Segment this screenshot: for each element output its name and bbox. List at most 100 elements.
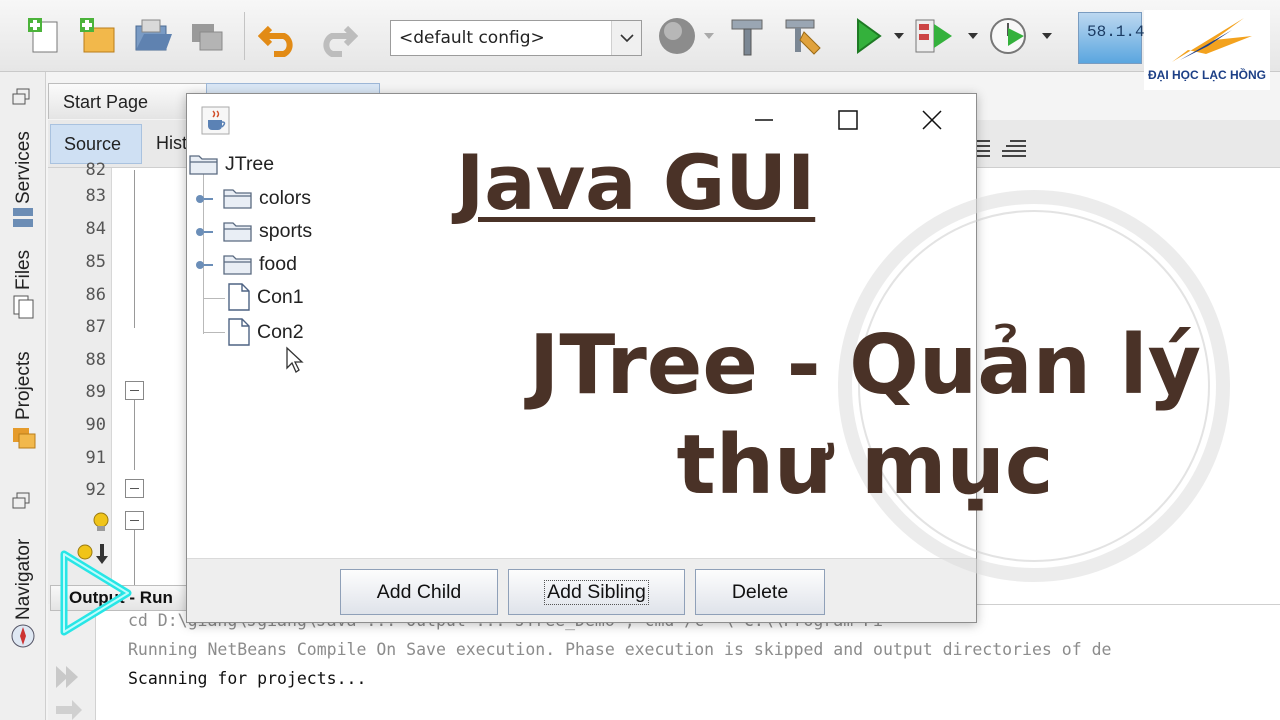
restore-window-icon-2[interactable] (11, 492, 33, 514)
line-number: 85 (85, 252, 106, 272)
delete-button[interactable]: Delete (695, 569, 825, 615)
memory-indicator[interactable]: 58.1.4 (1078, 12, 1145, 64)
build-hammer-icon[interactable] (726, 14, 770, 58)
tree-node-food[interactable]: food (223, 250, 297, 278)
expand-handle-icon[interactable] (195, 226, 213, 236)
add-child-label: Add Child (376, 580, 462, 603)
rerun-icon[interactable] (54, 664, 82, 690)
expand-handle-icon[interactable] (195, 259, 213, 269)
tree-node-colors[interactable]: colors (223, 184, 311, 212)
add-sibling-label: Add Sibling (544, 579, 649, 605)
output-line: Running NetBeans Compile On Save executi… (128, 640, 1112, 659)
fold-toggle[interactable] (125, 511, 144, 530)
line-number: 84 (85, 219, 106, 239)
tree-node-label: JTree (225, 152, 275, 175)
delete-label: Delete (731, 580, 789, 603)
tree-node-label: food (259, 252, 297, 275)
debug-icon[interactable] (912, 14, 956, 58)
tab-history[interactable]: Hist (156, 133, 187, 154)
lightbulb-hint-icon[interactable] (90, 510, 114, 534)
button-panel: Add Child Add Sibling Delete (187, 558, 976, 622)
tree-guide-line (203, 332, 225, 333)
tab-source[interactable]: Source (50, 124, 142, 164)
profile-dropdown-icon[interactable] (1042, 33, 1052, 39)
main-toolbar: <default config> 58.1.4 ĐẠI HỌC LẠC HỒNG (0, 0, 1280, 90)
globe-dropdown-icon[interactable] (704, 33, 714, 39)
minimize-button[interactable] (741, 104, 787, 136)
step-icon[interactable] (54, 700, 82, 720)
line-number: 92 (85, 480, 106, 500)
overlay-subtitle-line1: JTree - Quản lý (528, 318, 1202, 413)
chevron-down-icon[interactable] (611, 21, 641, 55)
line-number: 86 (85, 285, 106, 305)
tree-node-con1[interactable]: Con1 (227, 283, 304, 311)
uncomment-icon[interactable] (1000, 138, 1028, 158)
clean-build-icon[interactable] (780, 14, 824, 58)
run-dropdown-icon[interactable] (894, 33, 904, 39)
projects-tab[interactable]: Projects (13, 351, 35, 420)
folder-icon (223, 255, 252, 275)
mouse-pointer-icon (286, 346, 304, 373)
new-file-icon[interactable] (24, 14, 68, 58)
fold-guide (134, 400, 135, 470)
add-sibling-button[interactable]: Add Sibling (508, 569, 685, 615)
config-select[interactable]: <default config> (390, 20, 642, 56)
files-tab[interactable]: Files (13, 250, 35, 290)
expand-handle-icon[interactable] (195, 193, 213, 203)
overlay-title: Java GUI (456, 138, 816, 227)
config-select-value: <default config> (399, 28, 545, 48)
folder-icon (223, 222, 252, 242)
folder-open-icon (189, 155, 218, 175)
maximize-button[interactable] (825, 104, 871, 136)
file-icon (228, 318, 250, 346)
overlay-subtitle-line2: thư mục (676, 418, 1054, 513)
line-number: 87 (85, 317, 106, 337)
services-tab[interactable]: Services (13, 131, 35, 204)
projects-icon (11, 424, 39, 456)
run-icon[interactable] (846, 14, 890, 58)
tree-node-sports[interactable]: sports (223, 217, 312, 245)
open-project-icon[interactable] (132, 14, 176, 58)
undo-icon[interactable] (257, 14, 302, 58)
memory-value: 58.1.4 (1087, 23, 1145, 41)
new-project-icon[interactable] (76, 14, 120, 58)
line-number: 83 (85, 186, 106, 206)
fold-toggle[interactable] (125, 479, 144, 498)
debug-dropdown-icon[interactable] (968, 33, 978, 39)
tree-node-root[interactable]: JTree (189, 150, 274, 178)
navigator-compass-icon (11, 624, 37, 654)
fold-guide (134, 170, 135, 328)
close-project-icon[interactable] (186, 14, 230, 58)
add-child-button[interactable]: Add Child (340, 569, 498, 615)
university-logo: ĐẠI HỌC LẠC HỒNG (1144, 10, 1270, 90)
fold-toggle[interactable] (125, 381, 144, 400)
folder-icon (223, 189, 252, 209)
left-sidebar: Services Files Projects Navigator (0, 72, 46, 720)
tree-guide-line (203, 298, 225, 299)
profile-icon[interactable] (986, 14, 1030, 58)
files-icon (11, 294, 37, 324)
line-number: 88 (85, 350, 106, 370)
tree-node-label: colors (259, 186, 312, 209)
line-number: 89 (85, 382, 106, 402)
restore-window-icon[interactable] (11, 88, 33, 110)
tree-node-label: Con1 (257, 285, 304, 308)
minimize-icon (755, 119, 773, 121)
tree-node-label: Con2 (257, 320, 304, 343)
screen: <default config> 58.1.4 ĐẠI HỌC LẠC HỒNG… (0, 0, 1280, 720)
line-number: 91 (85, 448, 106, 468)
tree-node-con2[interactable]: Con2 (227, 318, 304, 346)
maximize-icon (838, 110, 858, 130)
toolbar-separator (244, 12, 245, 60)
tree-node-label: sports (259, 219, 313, 242)
output-line: Scanning for projects... (128, 669, 367, 688)
navigator-tab[interactable]: Navigator (13, 539, 35, 620)
services-icon (11, 206, 37, 236)
globe-icon[interactable] (656, 14, 700, 58)
close-icon (922, 110, 942, 130)
file-icon (228, 283, 250, 311)
redo-icon[interactable] (314, 14, 359, 58)
close-button[interactable] (909, 104, 955, 136)
line-number: 82 (85, 160, 106, 180)
line-number: 90 (85, 415, 106, 435)
